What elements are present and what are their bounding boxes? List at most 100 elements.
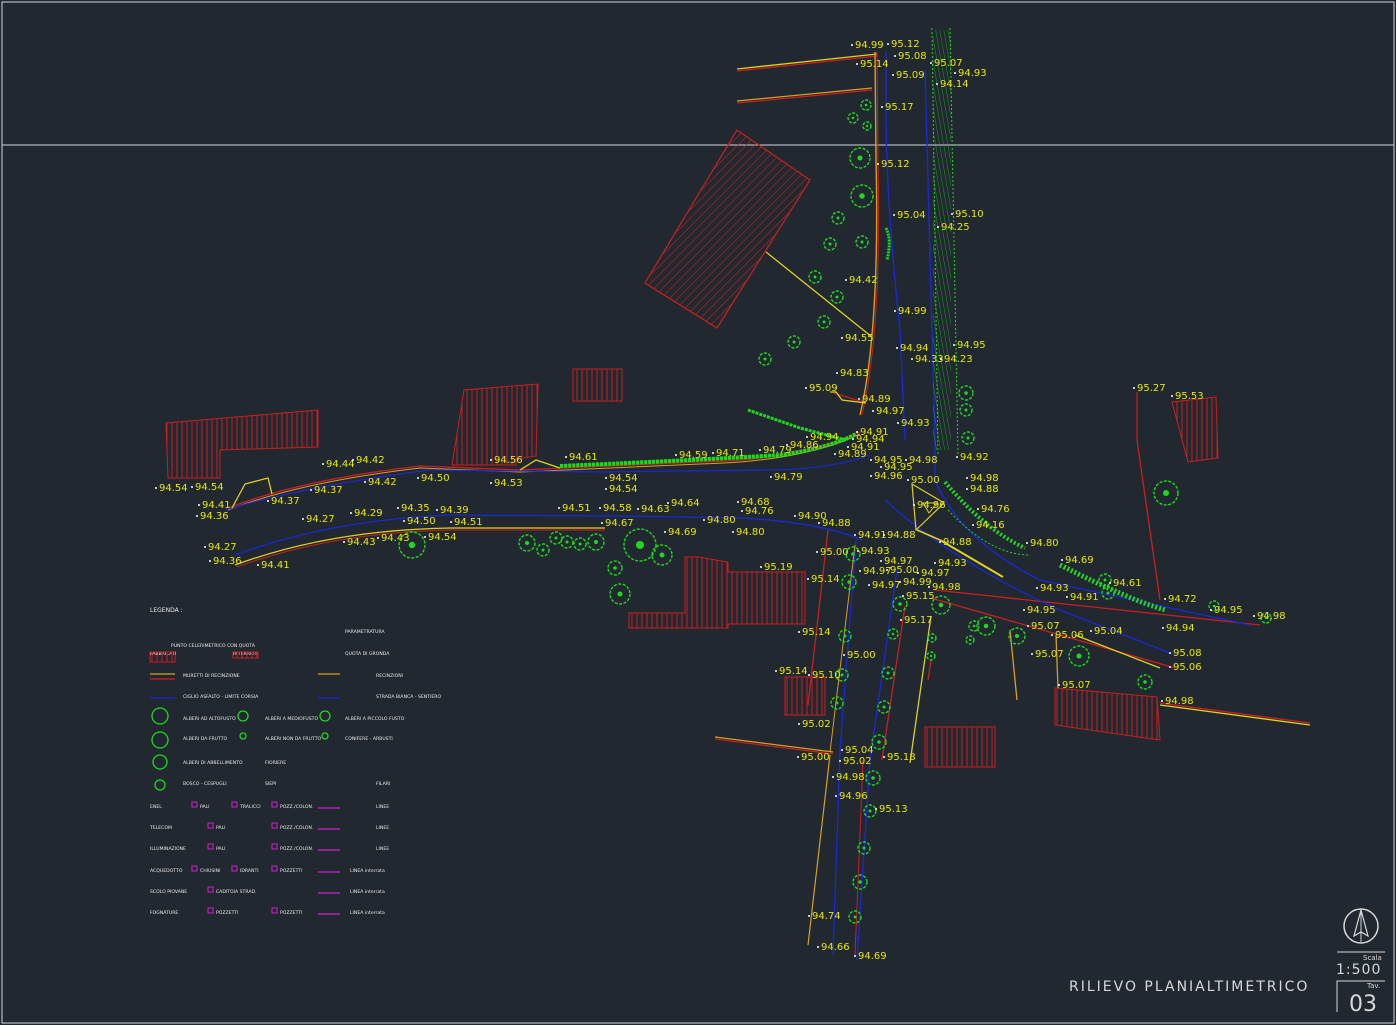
elevation-label: 94.50 — [421, 473, 450, 484]
tree-icon — [860, 99, 872, 111]
survey-point-marker — [818, 522, 820, 524]
elevation-label: 95.14 — [779, 666, 808, 677]
survey-point-marker — [1026, 542, 1028, 544]
survey-point-marker — [877, 163, 879, 165]
legend-tree-icon — [154, 779, 166, 791]
building-left-west — [165, 409, 319, 479]
survey-point-marker — [857, 550, 859, 552]
survey-point-marker — [1031, 653, 1033, 655]
legend: LEGENDA : PUNTO CELERIMETRICO CON QUOTA P… — [149, 607, 441, 916]
survey-point-marker — [1036, 587, 1038, 589]
elevation-label: 95.04 — [897, 210, 926, 221]
elevation-label: 94.42 — [368, 477, 397, 488]
elevation-label: 94.50 — [407, 516, 436, 527]
survey-point-marker — [807, 578, 809, 580]
elevation-label: 94.88 — [970, 484, 999, 495]
survey-point-marker — [775, 670, 777, 672]
elevation-label: 94.33 — [915, 354, 944, 365]
survey-point-marker — [350, 512, 352, 514]
elevation-label: 95.19 — [764, 562, 793, 573]
survey-point-marker — [599, 507, 601, 509]
elevation-label: 94.36 — [213, 556, 242, 567]
survey-point-marker — [1169, 652, 1171, 654]
tree-icon — [871, 734, 887, 750]
building-small-top — [572, 368, 623, 402]
survey-point-marker — [897, 422, 899, 424]
survey-point-marker — [841, 749, 843, 751]
elevation-label: 94.41 — [261, 560, 290, 571]
elevation-label: 95.00 — [847, 650, 876, 661]
tree-icon — [887, 628, 899, 640]
elevation-label: 95.53 — [1175, 391, 1204, 402]
elevation-label: 94.54 — [609, 484, 638, 495]
elevation-label: 94.43 — [381, 533, 410, 544]
survey-point-marker — [954, 72, 956, 74]
elevation-label: 94.43 — [347, 537, 376, 548]
elevation-label: 94.79 — [774, 472, 803, 483]
tree-icon — [965, 635, 975, 645]
tree-icon — [850, 184, 874, 208]
elevation-label: 94.16 — [976, 520, 1005, 531]
survey-point-marker — [797, 756, 799, 758]
survey-point-marker — [854, 534, 856, 536]
survey-point-marker — [601, 522, 603, 524]
survey-point-marker — [364, 481, 366, 483]
legend-entry: SCOLO PIOVANE — [150, 889, 187, 895]
tree-icon — [573, 537, 587, 551]
survey-point-marker — [741, 510, 743, 512]
legend-tree-icon — [239, 732, 247, 740]
survey-point-marker — [839, 760, 841, 762]
elevation-label: 94.69 — [668, 527, 697, 538]
legend-tree-icon — [151, 731, 169, 749]
building-right-east — [1171, 396, 1219, 463]
survey-point-marker — [770, 476, 772, 478]
tree-icon — [892, 596, 908, 612]
legend-entry: RECINZIONI — [376, 673, 403, 679]
elevation-label: 95.14 — [811, 574, 840, 585]
survey-point-marker — [737, 501, 739, 503]
survey-point-marker — [759, 449, 761, 451]
elevation-label: 95.07 — [1035, 649, 1064, 660]
survey-point-marker — [972, 524, 974, 526]
elevation-label: 94.74 — [812, 911, 841, 922]
legend-entry: POZZ./COLON. — [280, 825, 313, 831]
elevation-label: 94.95 — [1214, 605, 1243, 616]
elevation-label: 94.98 — [1257, 611, 1286, 622]
legend-utility-icon — [271, 801, 278, 808]
legend-entry: LINEA interrata — [350, 889, 385, 895]
elevation-label: 95.06 — [1055, 630, 1084, 641]
elevation-label: 94.51 — [454, 517, 483, 528]
survey-point-marker — [817, 946, 819, 948]
survey-point-marker — [397, 507, 399, 509]
legend-entry: SIEPI — [265, 781, 276, 787]
survey-point-marker — [558, 507, 560, 509]
tree-icon — [758, 352, 772, 366]
tree-icon — [518, 534, 536, 552]
legend-entry: STRADA BIANCA - SENTIERO — [376, 694, 441, 700]
survey-point-marker — [894, 55, 896, 57]
tree-icon — [587, 533, 605, 551]
survey-point-marker — [870, 459, 872, 461]
elevation-label: 95.12 — [881, 159, 910, 170]
elevation-label: 94.23 — [944, 354, 973, 365]
tree-icon — [855, 235, 869, 249]
legend-entry: ALBERI A PICCOLO FUSTO — [345, 716, 405, 722]
survey-point-marker — [894, 310, 896, 312]
elevation-label: 94.55 — [845, 333, 874, 344]
legend-utility-icon — [207, 843, 214, 850]
survey-point-marker — [911, 358, 913, 360]
legend-entry: LINEE — [376, 846, 389, 852]
tree-icon — [607, 560, 623, 576]
elevation-label: 94.98 — [970, 473, 999, 484]
survey-point-marker — [939, 541, 941, 543]
elevation-label: 94.44 — [326, 459, 355, 470]
drawing-title: RILIEVO PLANIALTIMETRICO — [1069, 979, 1309, 995]
elevation-label: 95.00 — [820, 547, 849, 558]
legend-entry: CHIUSINI — [200, 868, 220, 874]
legend-entry: ACQUEDOTTO — [150, 868, 183, 874]
tree-icon — [958, 385, 974, 401]
survey-point-marker — [191, 486, 193, 488]
elevation-label: 94.42 — [356, 455, 385, 466]
legend-symbol — [149, 651, 176, 663]
survey-point-marker — [1051, 634, 1053, 636]
